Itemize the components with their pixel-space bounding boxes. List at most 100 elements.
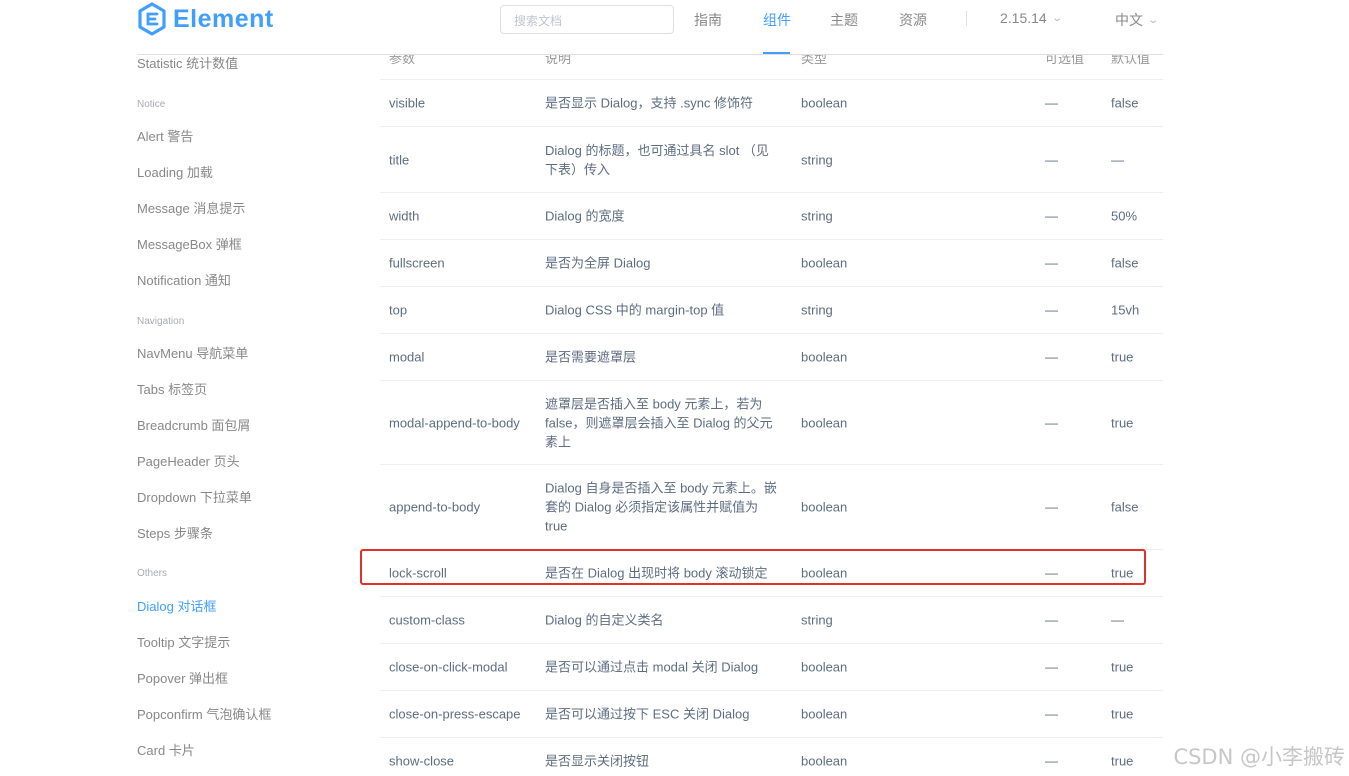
row-desc: Dialog 的宽度 [545,208,625,224]
sidebar-item[interactable]: Message 消息提示 [137,198,245,217]
sidebar-item[interactable]: PageHeader 页头 [137,451,240,470]
row-options: — [1045,612,1058,628]
row-desc: 是否显示 Dialog，支持 .sync 修饰符 [545,95,754,111]
sidebar-item[interactable]: Statistic 统计数值 [137,53,238,72]
row-default: true [1111,565,1134,581]
row-default: true [1111,659,1134,675]
row-type: boolean [801,95,848,111]
logo[interactable]: Element [137,2,274,36]
sidebar-item[interactable]: Dropdown 下拉菜单 [137,487,252,506]
row-param: top [389,302,408,318]
row-desc: 是否可以通过按下 ESC 关闭 Dialog [545,706,750,722]
row-options: — [1045,706,1058,722]
divider [966,11,967,26]
sidebar-item[interactable]: Popover 弹出框 [137,668,228,687]
row-options: — [1045,565,1058,581]
sidebar-item[interactable]: Breadcrumb 面包屑 [137,415,250,434]
row-type: boolean [801,255,848,271]
row-options: — [1045,302,1058,318]
row-type: boolean [801,349,848,365]
table-row: top Dialog CSS 中的 margin-top 值 string — 15vh [380,287,1163,334]
row-param: modal [389,349,425,365]
table-row: title Dialog 的标题，也可通过具名 slot （见下表）传入 strin… [380,127,1163,193]
table-row: close-on-click-modal 是否可以通过点击 modal 关闭 Di… [380,644,1163,691]
table-row: close-on-press-escape 是否可以通过按下 ESC 关闭 Dia… [380,691,1163,738]
row-param: show-close [389,753,455,769]
row-type: boolean [801,659,848,675]
sidebar-item[interactable]: Popconfirm 气泡确认框 [137,704,271,723]
row-default: 50% [1111,208,1138,224]
row-desc: Dialog CSS 中的 margin-top 值 [545,302,725,318]
row-options: — [1045,152,1058,167]
row-desc: 是否显示关闭按钮 [545,753,650,769]
nav-resources[interactable]: 资源 [899,10,927,30]
row-options: — [1045,208,1058,224]
row-param: close-on-click-modal [389,659,508,675]
header-divider [137,54,1163,55]
row-default: 15vh [1111,302,1140,318]
row-type: string [801,208,833,224]
row-param: width [389,208,420,224]
row-desc: 是否可以通过点击 modal 关闭 Dialog [545,659,759,675]
nav-components[interactable]: 组件 [763,10,791,30]
table-row: width Dialog 的宽度 string — 50% [380,193,1163,240]
row-options: — [1045,349,1058,365]
row-param: lock-scroll [389,565,447,581]
row-default: true [1111,706,1134,722]
row-desc: Dialog 的标题，也可通过具名 slot （见下表）传入 [545,142,769,177]
sidebar-item[interactable]: Dialog 对话框 [137,596,216,615]
row-type: boolean [801,753,848,769]
search-input[interactable]: 搜索文档 [500,5,674,34]
sidebar-item[interactable]: MessageBox 弹框 [137,234,242,253]
sidebar-group-title: Navigation [137,316,185,327]
row-desc: 是否需要遮罩层 [545,349,637,365]
row-type: boolean [801,706,848,722]
chevron-down-icon: ⌄ [1051,12,1063,24]
sidebar-item[interactable]: Tooltip 文字提示 [137,632,230,651]
row-default: true [1111,753,1134,769]
row-param: custom-class [389,612,465,628]
row-desc: 是否为全屏 Dialog [545,255,651,271]
row-default: — [1111,612,1124,628]
table-row: append-to-body Dialog 自身是否插入至 body 元素上。嵌套… [380,465,1163,550]
row-options: — [1045,659,1058,675]
sidebar-group-title: Others [137,568,168,579]
nav-guide[interactable]: 指南 [694,10,722,30]
sidebar-item[interactable]: Notification 通知 [137,270,231,289]
row-type: boolean [801,565,848,581]
sidebar-item[interactable]: Card 卡片 [137,740,195,759]
logo-text: Element [173,4,274,33]
sidebar-item[interactable]: Tabs 标签页 [137,379,207,398]
sidebar-group-title: Notice [137,99,166,110]
table-row: lock-scroll 是否在 Dialog 出现时将 body 滚动锁定 bool… [380,550,1163,597]
row-default: false [1111,499,1139,515]
sidebar-item[interactable]: Steps 步骤条 [137,523,213,542]
nav-theme[interactable]: 主题 [830,10,858,30]
chevron-down-icon: ⌄ [1147,14,1160,26]
row-options: — [1045,753,1058,769]
language-dropdown[interactable]: 中文 ⌄ [1115,10,1160,30]
row-options: — [1045,95,1058,111]
language-label: 中文 [1115,12,1143,28]
row-param: title [389,152,410,167]
version-label: 2.15.14 [1000,10,1047,26]
row-default: false [1111,95,1139,111]
row-type: string [801,612,833,628]
sidebar-item[interactable]: Alert 警告 [137,126,193,145]
row-desc: Dialog 的自定义类名 [545,612,664,628]
table-row: visible 是否显示 Dialog，支持 .sync 修饰符 boolean — f… [380,80,1163,127]
version-dropdown[interactable]: 2.15.14 ⌄ [1000,10,1063,26]
row-desc: 遮罩层是否插入至 body 元素上，若为 false，则遮罩层会插入至 Dial… [545,396,773,449]
row-type: boolean [801,415,848,430]
row-param: append-to-body [389,499,481,515]
row-default: true [1111,415,1134,430]
row-options: — [1045,415,1058,430]
row-default: false [1111,255,1139,271]
row-param: modal-append-to-body [389,415,520,430]
row-type: string [801,152,833,167]
sidebar-item[interactable]: NavMenu 导航菜单 [137,343,248,362]
sidebar-item[interactable]: Loading 加载 [137,162,213,181]
table-row: modal 是否需要遮罩层 boolean — true [380,334,1163,381]
sidebar: Statistic 统计数值 Notice Alert 警告 Loading 加载 Me… [137,0,337,776]
row-desc: 是否在 Dialog 出现时将 body 滚动锁定 [545,565,768,581]
